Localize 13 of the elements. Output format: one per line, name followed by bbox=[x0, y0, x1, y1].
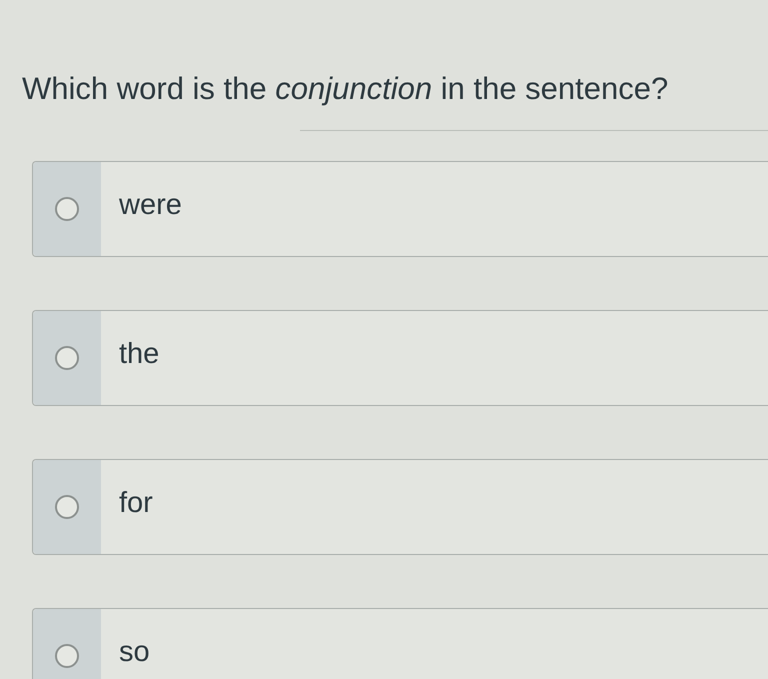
radio-button[interactable] bbox=[55, 346, 79, 370]
answer-option[interactable]: the bbox=[32, 310, 768, 406]
answer-option[interactable]: so bbox=[32, 608, 768, 679]
answer-option[interactable]: for bbox=[32, 459, 768, 555]
radio-button[interactable] bbox=[55, 197, 79, 221]
radio-button[interactable] bbox=[55, 644, 79, 668]
question-text: Which word is the conjunction in the sentence? bbox=[22, 70, 668, 108]
option-label: so bbox=[119, 635, 150, 670]
answer-option[interactable]: were bbox=[32, 161, 768, 257]
option-label: the bbox=[119, 337, 160, 372]
radio-button[interactable] bbox=[55, 495, 79, 519]
option-label: were bbox=[119, 188, 182, 223]
option-label: for bbox=[119, 486, 153, 521]
